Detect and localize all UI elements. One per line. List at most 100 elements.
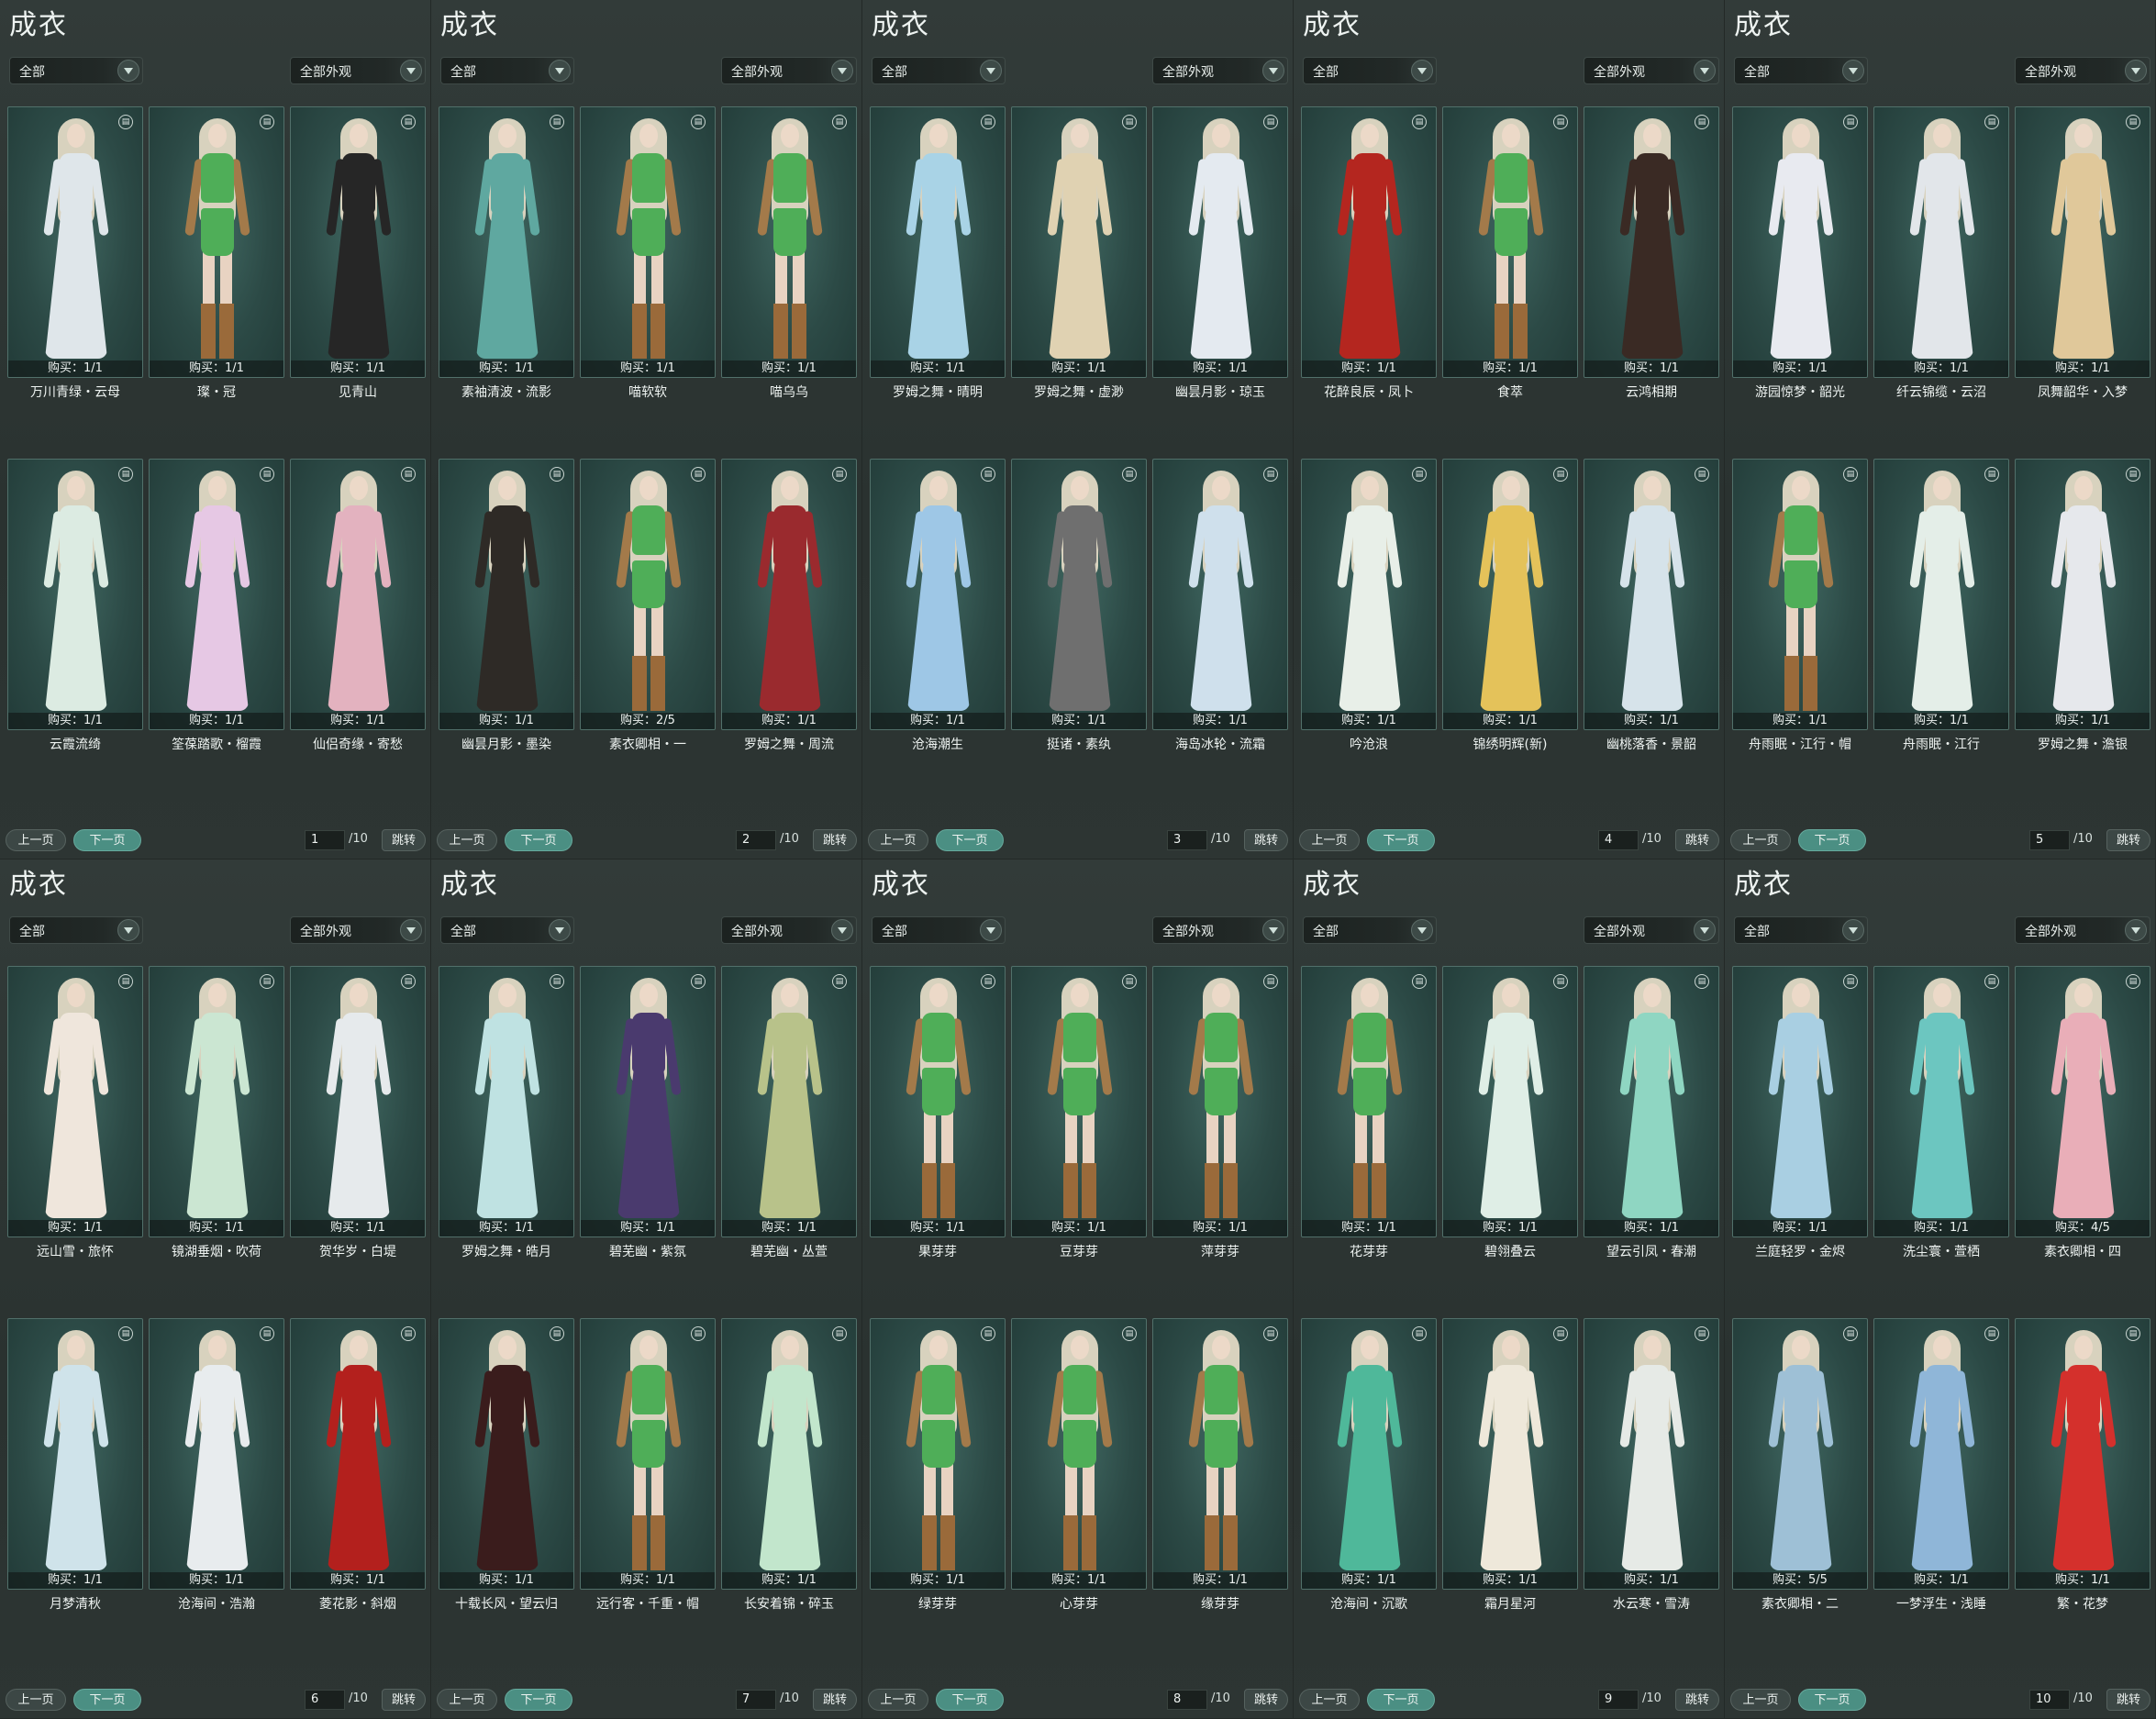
chevron-down-icon[interactable] xyxy=(117,60,139,82)
outfit-card[interactable]: 购买：2/5 素衣卿相・一 xyxy=(580,459,716,811)
outfit-preview[interactable]: 购买：1/1 xyxy=(1732,459,1868,730)
appearance-select[interactable]: 全部外观 xyxy=(1584,916,1719,944)
outfit-card[interactable]: 购买：1/1 璨・冠 xyxy=(149,106,284,459)
appearance-select[interactable]: 全部外观 xyxy=(290,916,426,944)
outfit-preview[interactable]: 购买：1/1 xyxy=(1152,966,1288,1237)
category-select[interactable]: 全部 xyxy=(1734,916,1868,944)
outfit-preview[interactable]: 购买：1/1 xyxy=(1301,106,1437,378)
outfit-preview[interactable]: 购买：1/1 xyxy=(149,106,284,378)
outfit-preview[interactable]: 购买：1/1 xyxy=(2015,459,2150,730)
outfit-preview[interactable]: 购买：1/1 xyxy=(149,1318,284,1590)
outfit-preview[interactable]: 购买：1/1 xyxy=(2015,106,2150,378)
next-page-button[interactable]: 下一页 xyxy=(1798,1689,1866,1711)
outfit-card[interactable]: 购买：1/1 望云引凤・春潮 xyxy=(1584,966,1719,1318)
jump-button[interactable]: 跳转 xyxy=(1675,1689,1719,1711)
category-select[interactable]: 全部 xyxy=(440,916,574,944)
outfit-card[interactable]: 购买：1/1 碧芜幽・丛萱 xyxy=(721,966,857,1318)
outfit-card[interactable]: 购买：1/1 筌葆踏歌・榴霞 xyxy=(149,459,284,811)
chevron-down-icon[interactable] xyxy=(549,60,571,82)
outfit-card[interactable]: 购买：1/1 沧海潮生 xyxy=(870,459,1006,811)
page-number-input[interactable]: 8 xyxy=(1167,1690,1207,1710)
chevron-down-icon[interactable] xyxy=(1411,919,1433,941)
outfit-card[interactable]: 购买：1/1 碧翎叠云 xyxy=(1442,966,1578,1318)
outfit-card[interactable]: 购买：1/1 幽昙月影・墨染 xyxy=(439,459,574,811)
outfit-card[interactable]: 购买：1/1 舟雨眠・江行・帽 xyxy=(1732,459,1868,811)
appearance-select[interactable]: 全部外观 xyxy=(2015,916,2150,944)
outfit-card[interactable]: 购买：1/1 水云寒・雪涛 xyxy=(1584,1318,1719,1670)
outfit-preview[interactable]: 购买：1/1 xyxy=(1152,1318,1288,1590)
prev-page-button[interactable]: 上一页 xyxy=(868,829,928,851)
outfit-card[interactable]: 购买：1/1 纤云锦缆・云沼 xyxy=(1873,106,2009,459)
outfit-preview[interactable]: 购买：1/1 xyxy=(1732,966,1868,1237)
page-number-input[interactable]: 4 xyxy=(1598,830,1639,850)
next-page-button[interactable]: 下一页 xyxy=(1798,829,1866,851)
jump-button[interactable]: 跳转 xyxy=(1675,829,1719,851)
page-number-input[interactable]: 5 xyxy=(2029,830,2070,850)
chevron-down-icon[interactable] xyxy=(400,919,422,941)
next-page-button[interactable]: 下一页 xyxy=(73,829,141,851)
outfit-card[interactable]: 购买：1/1 喵乌乌 xyxy=(721,106,857,459)
outfit-preview[interactable]: 购买：1/1 xyxy=(1011,459,1147,730)
chevron-down-icon[interactable] xyxy=(2125,919,2147,941)
outfit-card[interactable]: 购买：1/1 贺华岁・白堤 xyxy=(290,966,426,1318)
chevron-down-icon[interactable] xyxy=(980,919,1002,941)
chevron-down-icon[interactable] xyxy=(1694,60,1716,82)
category-select[interactable]: 全部 xyxy=(1734,57,1868,84)
outfit-preview[interactable]: 购买：1/1 xyxy=(1584,966,1719,1237)
outfit-preview[interactable]: 购买：1/1 xyxy=(1152,106,1288,378)
next-page-button[interactable]: 下一页 xyxy=(1367,1689,1435,1711)
outfit-preview[interactable]: 购买：1/1 xyxy=(1584,106,1719,378)
outfit-card[interactable]: 购买：1/1 豆芽芽 xyxy=(1011,966,1147,1318)
outfit-preview[interactable]: 购买：1/1 xyxy=(870,106,1006,378)
outfit-card[interactable]: 购买：4/5 素衣卿相・四 xyxy=(2015,966,2150,1318)
outfit-card[interactable]: 购买：1/1 远山雪・旅怀 xyxy=(7,966,143,1318)
outfit-card[interactable]: 购买：1/1 罗姆之舞・晴明 xyxy=(870,106,1006,459)
outfit-card[interactable]: 购买：1/1 幽桃落香・景韶 xyxy=(1584,459,1719,811)
outfit-preview[interactable]: 购买：1/1 xyxy=(1011,106,1147,378)
outfit-preview[interactable]: 购买：1/1 xyxy=(1732,106,1868,378)
outfit-card[interactable]: 购买：1/1 见青山 xyxy=(290,106,426,459)
outfit-preview[interactable]: 购买：1/1 xyxy=(580,106,716,378)
outfit-preview[interactable]: 购买：1/1 xyxy=(1442,106,1578,378)
appearance-select[interactable]: 全部外观 xyxy=(721,57,857,84)
outfit-card[interactable]: 购买：1/1 云鸿相期 xyxy=(1584,106,1719,459)
chevron-down-icon[interactable] xyxy=(1262,919,1284,941)
outfit-preview[interactable]: 购买：1/1 xyxy=(1873,106,2009,378)
category-select[interactable]: 全部 xyxy=(872,916,1006,944)
outfit-preview[interactable]: 购买：1/1 xyxy=(1301,966,1437,1237)
outfit-card[interactable]: 购买：1/1 仙侣奇缘・寄愁 xyxy=(290,459,426,811)
outfit-preview[interactable]: 购买：1/1 xyxy=(7,106,143,378)
outfit-preview[interactable]: 购买：1/1 xyxy=(1873,966,2009,1237)
prev-page-button[interactable]: 上一页 xyxy=(6,829,66,851)
prev-page-button[interactable]: 上一页 xyxy=(437,1689,497,1711)
outfit-preview[interactable]: 购买：1/1 xyxy=(721,1318,857,1590)
outfit-preview[interactable]: 购买：1/1 xyxy=(290,459,426,730)
outfit-card[interactable]: 购买：1/1 凤舞韶华・入梦 xyxy=(2015,106,2150,459)
outfit-card[interactable]: 购买：1/1 舟雨眠・江行 xyxy=(1873,459,2009,811)
page-number-input[interactable]: 1 xyxy=(305,830,345,850)
outfit-card[interactable]: 购买：1/1 心芽芽 xyxy=(1011,1318,1147,1670)
outfit-preview[interactable]: 购买：1/1 xyxy=(1442,459,1578,730)
outfit-card[interactable]: 购买：1/1 罗姆之舞・周流 xyxy=(721,459,857,811)
outfit-card[interactable]: 购买：1/1 沧海间・沉歌 xyxy=(1301,1318,1437,1670)
jump-button[interactable]: 跳转 xyxy=(382,1689,426,1711)
prev-page-button[interactable]: 上一页 xyxy=(1299,829,1360,851)
prev-page-button[interactable]: 上一页 xyxy=(868,1689,928,1711)
appearance-select[interactable]: 全部外观 xyxy=(721,916,857,944)
outfit-card[interactable]: 购买：1/1 萍芽芽 xyxy=(1152,966,1288,1318)
outfit-card[interactable]: 购买：1/1 游园惊梦・韶光 xyxy=(1732,106,1868,459)
chevron-down-icon[interactable] xyxy=(117,919,139,941)
outfit-preview[interactable]: 购买：1/1 xyxy=(1873,459,2009,730)
next-page-button[interactable]: 下一页 xyxy=(73,1689,141,1711)
category-select[interactable]: 全部 xyxy=(440,57,574,84)
appearance-select[interactable]: 全部外观 xyxy=(2015,57,2150,84)
jump-button[interactable]: 跳转 xyxy=(2106,1689,2150,1711)
page-number-input[interactable]: 6 xyxy=(305,1690,345,1710)
outfit-preview[interactable]: 购买：1/1 xyxy=(1584,459,1719,730)
outfit-card[interactable]: 购买：1/1 云霞流绮 xyxy=(7,459,143,811)
chevron-down-icon[interactable] xyxy=(1842,60,1864,82)
outfit-card[interactable]: 购买：1/1 十载长风・望云归 xyxy=(439,1318,574,1670)
jump-button[interactable]: 跳转 xyxy=(382,829,426,851)
chevron-down-icon[interactable] xyxy=(831,919,853,941)
outfit-card[interactable]: 购买：1/1 霜月星河 xyxy=(1442,1318,1578,1670)
